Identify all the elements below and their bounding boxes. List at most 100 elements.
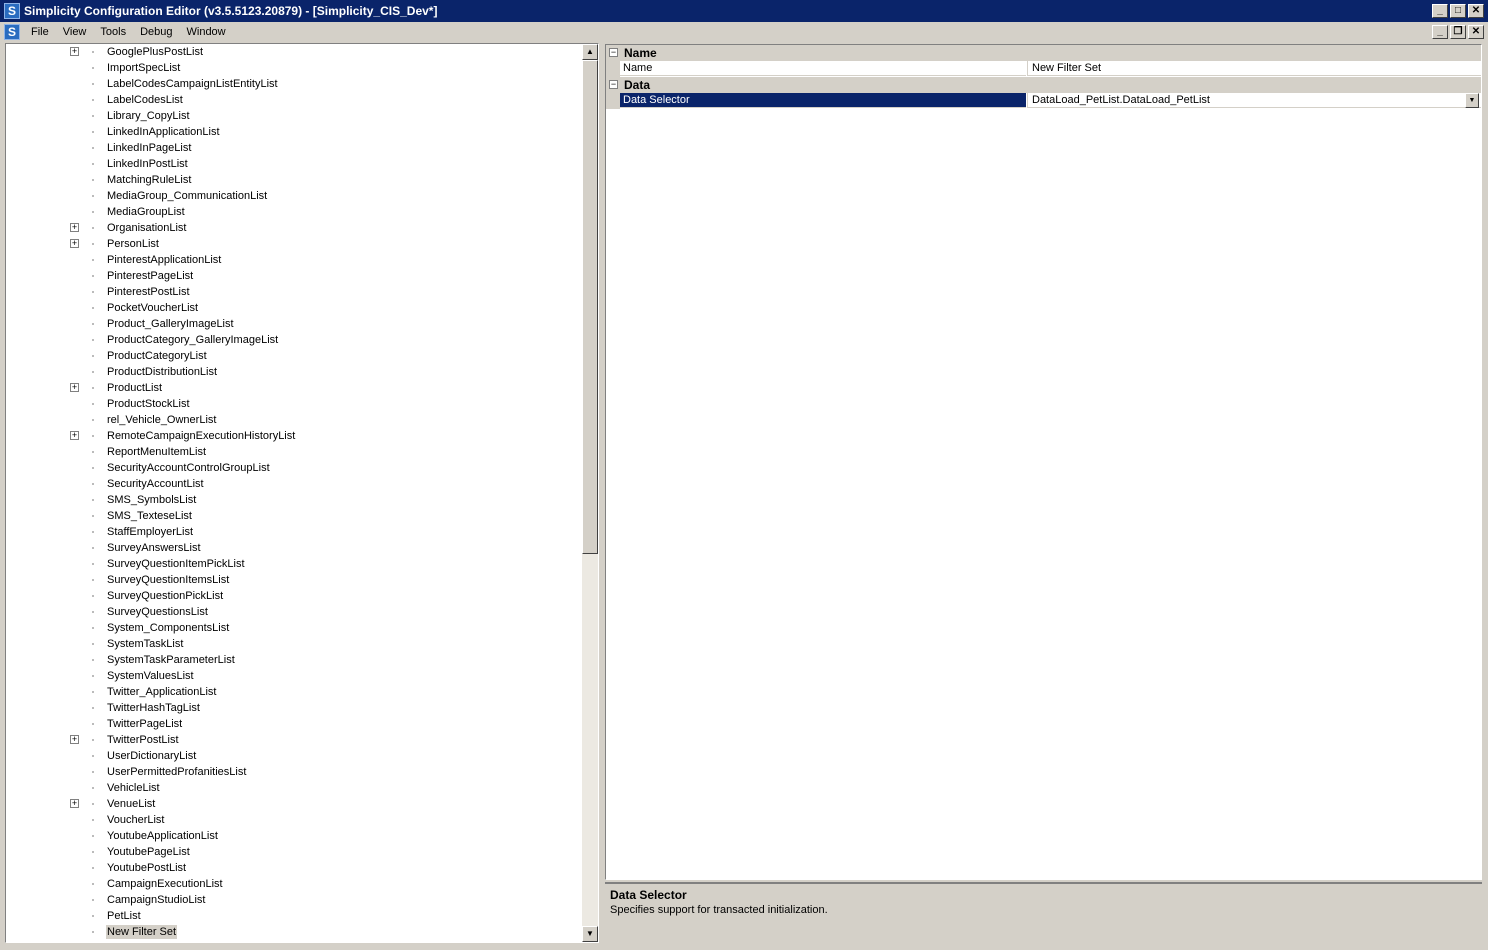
tree-item[interactable]: New Filter Set [6, 924, 586, 940]
menu-window[interactable]: Window [180, 22, 233, 42]
tree-item-label[interactable]: ProductDistributionList [106, 365, 218, 379]
collapse-icon[interactable]: − [609, 80, 618, 89]
mdi-close-button[interactable]: ✕ [1468, 25, 1484, 39]
tree-item[interactable]: ProductCategoryList [6, 348, 586, 364]
tree-item-label[interactable]: PersonList [106, 237, 160, 251]
property-name[interactable]: Data Selector [620, 93, 1026, 108]
tree-item-label[interactable]: OrganisationList [106, 221, 188, 235]
tree-item-label[interactable]: RemoteCampaignExecutionHistoryList [106, 429, 296, 443]
tree-item[interactable]: SecurityAccountList [6, 476, 586, 492]
tree-item-label[interactable]: YoutubePostList [106, 861, 187, 875]
tree-item-label[interactable]: Product_GalleryImageList [106, 317, 235, 331]
tree-item-label[interactable]: ProductStockList [106, 397, 191, 411]
category-data[interactable]: − Data [606, 77, 1481, 93]
tree-item[interactable]: CampaignExecutionList [6, 876, 586, 892]
tree-item-label[interactable]: ProductList [106, 381, 163, 395]
tree-item[interactable]: UserPermittedProfanitiesList [6, 764, 586, 780]
expand-icon[interactable]: + [70, 47, 79, 56]
dropdown-arrow-icon[interactable]: ▼ [1465, 93, 1479, 108]
tree-item-label[interactable]: LinkedInApplicationList [106, 125, 221, 139]
minimize-button[interactable]: _ [1432, 4, 1448, 18]
expand-icon[interactable]: + [70, 431, 79, 440]
tree-item[interactable]: LabelCodesCampaignListEntityList [6, 76, 586, 92]
tree-item[interactable]: TwitterHashTagList [6, 700, 586, 716]
tree-item[interactable]: SurveyQuestionItemsList [6, 572, 586, 588]
menu-file[interactable]: File [24, 22, 56, 42]
tree-item-label[interactable]: MediaGroup_CommunicationList [106, 189, 268, 203]
tree-item[interactable]: + PersonList [6, 236, 586, 252]
tree-item[interactable]: VoucherList [6, 812, 586, 828]
tree-item-label[interactable]: TwitterPageList [106, 717, 183, 731]
tree-item-label[interactable]: CampaignExecutionList [106, 877, 224, 891]
tree-item-label[interactable]: System_ComponentsList [106, 621, 230, 635]
vertical-scrollbar[interactable]: ▲ ▼ [582, 44, 598, 942]
expand-icon[interactable]: + [70, 239, 79, 248]
tree-item[interactable]: + ProductList [6, 380, 586, 396]
tree-item[interactable]: Twitter_ApplicationList [6, 684, 586, 700]
menu-debug[interactable]: Debug [133, 22, 179, 42]
expand-icon[interactable]: + [70, 223, 79, 232]
tree-item[interactable]: ProductCategory_GalleryImageList [6, 332, 586, 348]
tree-item-label[interactable]: Library_CopyList [106, 109, 191, 123]
mdi-restore-button[interactable]: ❐ [1450, 25, 1466, 39]
tree-item-label[interactable]: PinterestPageList [106, 269, 194, 283]
tree-item[interactable]: PocketVoucherList [6, 300, 586, 316]
tree-item-label[interactable]: LinkedInPostList [106, 157, 189, 171]
mdi-minimize-button[interactable]: _ [1432, 25, 1448, 39]
tree-item[interactable]: CampaignStudioList [6, 892, 586, 908]
tree-item-label[interactable]: SecurityAccountList [106, 477, 205, 491]
tree-item[interactable]: StaffEmployerList [6, 524, 586, 540]
tree-item-label[interactable]: LinkedInPageList [106, 141, 192, 155]
tree-item-label[interactable]: PetList [106, 909, 142, 923]
tree-item-label[interactable]: VenueList [106, 797, 156, 811]
tree-item-label[interactable]: SMS_TexteseList [106, 509, 193, 523]
tree-item-label[interactable]: ProductCategoryList [106, 349, 208, 363]
tree-item[interactable]: LinkedInPostList [6, 156, 586, 172]
tree-item-label[interactable]: SystemValuesList [106, 669, 195, 683]
property-grid[interactable]: − Name Name New Filter Set − Data Data S… [605, 44, 1482, 880]
tree-item[interactable]: PinterestApplicationList [6, 252, 586, 268]
tree-item-label[interactable]: TwitterHashTagList [106, 701, 201, 715]
tree-item[interactable]: MediaGroupList [6, 204, 586, 220]
tree-item[interactable]: MatchingRuleList [6, 172, 586, 188]
tree-item[interactable]: PinterestPageList [6, 268, 586, 284]
tree-item[interactable]: SMS_SymbolsList [6, 492, 586, 508]
tree-item[interactable]: YoutubePageList [6, 844, 586, 860]
tree-item-label[interactable]: StaffEmployerList [106, 525, 194, 539]
tree-item[interactable]: SystemTaskList [6, 636, 586, 652]
tree-item-label[interactable]: SMS_SymbolsList [106, 493, 197, 507]
tree-item[interactable]: ProductStockList [6, 396, 586, 412]
document-icon[interactable]: S [4, 24, 20, 40]
tree-item-label[interactable]: SecurityAccountControlGroupList [106, 461, 271, 475]
tree-item-label[interactable]: New Filter Set [106, 925, 178, 939]
tree-item-label[interactable]: PinterestPostList [106, 285, 191, 299]
tree-item-label[interactable]: ImportSpecList [106, 61, 181, 75]
close-button[interactable]: ✕ [1468, 4, 1484, 18]
tree-item-label[interactable]: MatchingRuleList [106, 173, 192, 187]
tree-item[interactable]: ReportMenuItemList [6, 444, 586, 460]
menu-tools[interactable]: Tools [93, 22, 133, 42]
tree-item[interactable]: + GooglePlusPostList [6, 44, 586, 60]
collapse-icon[interactable]: − [609, 48, 618, 57]
tree-item-label[interactable]: SurveyQuestionPickList [106, 589, 224, 603]
tree-item[interactable]: SurveyQuestionItemPickList [6, 556, 586, 572]
tree-item[interactable]: MediaGroup_CommunicationList [6, 188, 586, 204]
expand-icon[interactable]: + [70, 735, 79, 744]
tree-item[interactable]: UserDictionaryList [6, 748, 586, 764]
tree-view[interactable]: + GooglePlusPostList ImportSpecList LabelCo… [5, 43, 599, 943]
tree-item[interactable]: SurveyAnswersList [6, 540, 586, 556]
tree-item[interactable]: ProductDistributionList [6, 364, 586, 380]
tree-item-label[interactable]: GooglePlusPostList [106, 45, 204, 59]
tree-item[interactable]: System_ComponentsList [6, 620, 586, 636]
tree-item[interactable]: SystemTaskParameterList [6, 652, 586, 668]
tree-item-label[interactable]: PocketVoucherList [106, 301, 199, 315]
tree-item-label[interactable]: SurveyQuestionsList [106, 605, 209, 619]
tree-item[interactable]: + VenueList [6, 796, 586, 812]
tree-item[interactable]: LinkedInApplicationList [6, 124, 586, 140]
property-row-data-selector[interactable]: Data Selector DataLoad_PetList.DataLoad_… [606, 93, 1481, 109]
tree-item-label[interactable]: SurveyQuestionItemsList [106, 573, 230, 587]
scroll-thumb[interactable] [582, 60, 598, 554]
expand-icon[interactable]: + [70, 383, 79, 392]
maximize-button[interactable]: □ [1450, 4, 1466, 18]
category-name[interactable]: − Name [606, 45, 1481, 61]
